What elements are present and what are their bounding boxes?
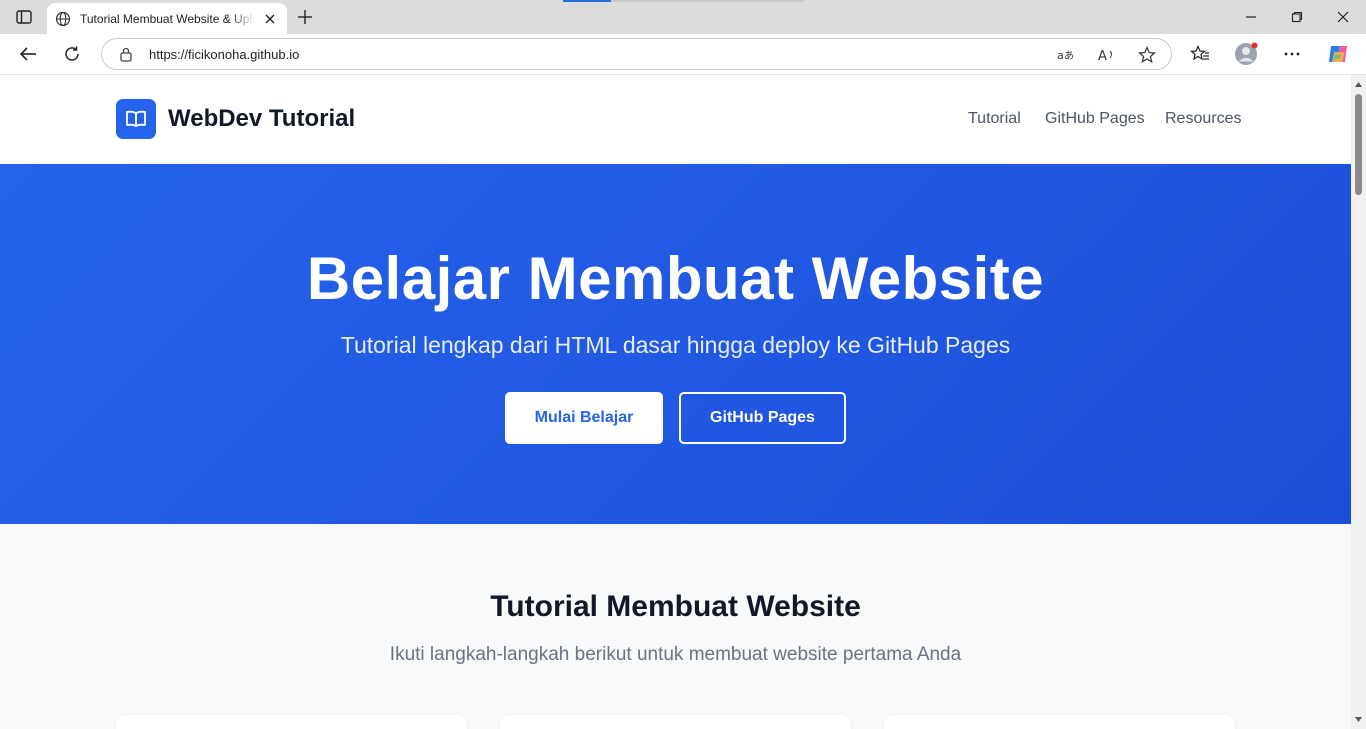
copilot-icon[interactable] (1326, 42, 1350, 66)
close-tab-icon[interactable] (263, 12, 277, 26)
tab-bar-accent-2 (611, 0, 804, 2)
site-header: WebDev Tutorial Tutorial GitHub Pages Re… (0, 75, 1351, 164)
scrollbar-thumb[interactable] (1355, 94, 1362, 195)
restore-icon[interactable] (1274, 0, 1320, 34)
new-tab-icon[interactable] (296, 8, 314, 26)
refresh-icon[interactable] (60, 42, 84, 66)
translate-icon[interactable]: aあ (1057, 46, 1075, 64)
address-bar[interactable]: https://ficikonoha.github.io aあ A (101, 38, 1172, 70)
favorite-star-icon[interactable] (1138, 46, 1156, 64)
read-aloud-icon[interactable]: A (1098, 46, 1116, 64)
svg-text:あ: あ (1064, 50, 1074, 62)
tutorial-section-title: Tutorial Membuat Website (490, 590, 861, 623)
scroll-up-arrow-icon[interactable] (1354, 80, 1363, 89)
tab-bar-accent (563, 0, 611, 2)
browser-tab-bar: Tutorial Membuat Website & Upload ke Git… (0, 0, 1366, 34)
nav-link-resources[interactable]: Resources (1165, 110, 1241, 128)
tutorial-section: Tutorial Membuat Website Ikuti langkah-l… (0, 524, 1351, 729)
back-arrow-icon[interactable] (16, 42, 40, 66)
minimize-icon[interactable] (1228, 0, 1274, 34)
site-logo-text[interactable]: WebDev Tutorial (168, 105, 355, 133)
scroll-down-arrow-icon[interactable] (1354, 715, 1363, 724)
nav-link-github-pages[interactable]: GitHub Pages (1045, 110, 1145, 128)
nav-link-tutorial[interactable]: Tutorial (968, 110, 1021, 128)
profile-avatar-icon[interactable] (1234, 42, 1258, 66)
hero-title: Belajar Membuat Website (306, 245, 1045, 312)
tutorial-section-subtitle: Ikuti langkah-langkah berikut untuk memb… (389, 644, 962, 665)
browser-tab[interactable]: Tutorial Membuat Website & Upload ke Git… (47, 3, 287, 34)
start-learning-button[interactable]: Mulai Belajar (505, 392, 663, 444)
more-options-icon[interactable] (1280, 42, 1304, 66)
page-scrollbar[interactable] (1351, 75, 1366, 729)
browser-toolbar: https://ficikonoha.github.io aあ A (0, 34, 1366, 75)
github-pages-button[interactable]: GitHub Pages (679, 392, 846, 444)
tutorial-card[interactable] (884, 715, 1235, 729)
url-text[interactable]: https://ficikonoha.github.io (149, 47, 299, 62)
tab-title: Tutorial Membuat Website & Upload ke Git… (80, 11, 256, 26)
tutorial-card[interactable] (116, 715, 467, 729)
page-viewport: WebDev Tutorial Tutorial GitHub Pages Re… (0, 75, 1351, 729)
lock-icon[interactable] (119, 47, 133, 62)
window-close-icon[interactable] (1320, 0, 1366, 34)
globe-icon (55, 11, 71, 26)
book-icon[interactable] (116, 99, 156, 139)
svg-text:A: A (1098, 49, 1107, 62)
hero-section: Belajar Membuat Website Tutorial lengkap… (0, 164, 1351, 524)
tutorial-card[interactable] (500, 715, 851, 729)
favorites-icon[interactable] (1188, 42, 1212, 66)
hero-subtitle: Tutorial lengkap dari HTML dasar hingga … (340, 332, 1011, 358)
tab-actions-icon[interactable] (12, 8, 36, 26)
svg-text:a: a (1057, 49, 1064, 62)
